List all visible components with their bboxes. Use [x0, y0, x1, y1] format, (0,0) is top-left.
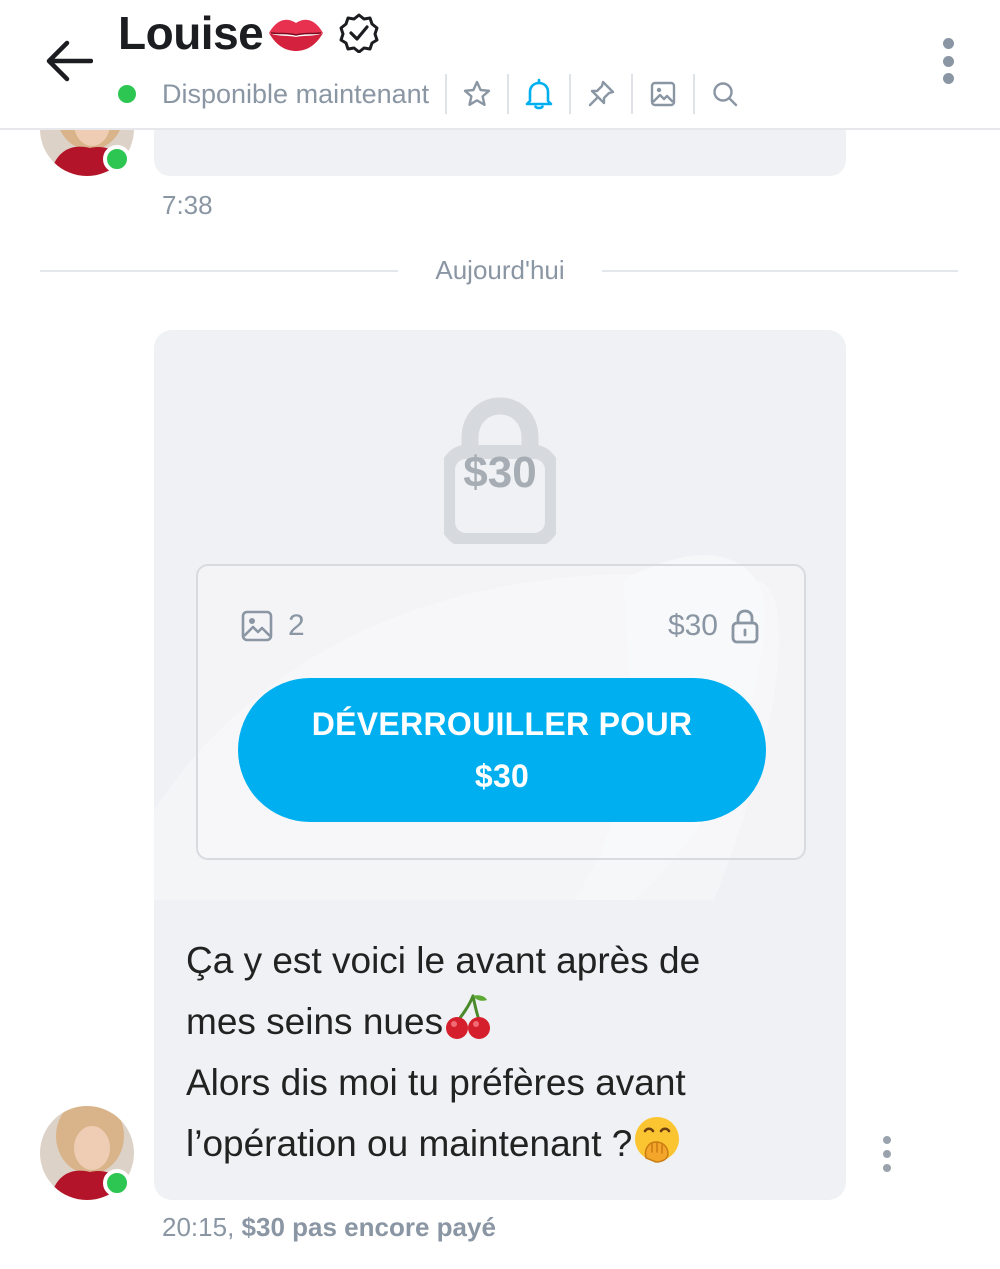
cherries-emoji-icon	[446, 994, 491, 1039]
message-meta: 20:15, $30 pas encore payé	[162, 1212, 496, 1243]
dot	[942, 73, 954, 84]
date-divider: Aujourd'hui	[435, 255, 565, 285]
star-button[interactable]	[447, 72, 507, 116]
more-options-button[interactable]	[936, 38, 960, 84]
contact-name[interactable]: Louise	[118, 6, 264, 60]
media-count: 2	[240, 606, 305, 646]
back-button[interactable]	[40, 32, 98, 90]
search-button[interactable]	[695, 72, 755, 116]
dot	[942, 55, 954, 67]
bell-icon	[525, 78, 553, 110]
dot	[942, 38, 954, 49]
message-line: Ça y est voici le avant après de	[186, 940, 701, 981]
pin-button[interactable]	[571, 72, 631, 116]
online-indicator	[103, 1169, 131, 1197]
star-icon	[463, 80, 491, 106]
online-indicator	[118, 85, 136, 103]
unlock-button[interactable]: DÉVERROUILLER POUR $30	[238, 678, 766, 822]
online-indicator	[103, 145, 131, 173]
message-time: 20:15,	[162, 1212, 235, 1242]
locked-message-bubble: $30 2 $30 DÉVERROUILLER POUR $30 Ça y es…	[154, 330, 846, 1200]
dot	[883, 1150, 891, 1158]
media-count-value: 2	[288, 609, 305, 642]
message-text: Ça y est voici le avant après de mes sei…	[154, 900, 846, 1200]
lock-price: $30	[463, 448, 537, 497]
paywall-box: 2 $30 DÉVERROUILLER POUR $30	[196, 564, 806, 860]
payment-status: $30 pas encore payé	[241, 1212, 496, 1242]
search-icon	[713, 82, 738, 107]
divider-line	[40, 270, 398, 272]
pin-icon	[588, 80, 615, 107]
lock-icon	[731, 609, 759, 644]
message-line: Alors dis moi tu préfères avant	[186, 1062, 686, 1103]
lips-emoji-icon	[269, 19, 324, 51]
notifications-button[interactable]	[509, 72, 569, 116]
image-icon	[650, 81, 676, 107]
message-line: mes seins nues	[186, 991, 814, 1052]
status-row: Disponible maintenant	[118, 72, 755, 116]
message-options-button[interactable]	[882, 1136, 892, 1172]
dot	[883, 1136, 891, 1144]
hand-over-mouth-emoji-icon	[635, 1117, 680, 1163]
price-label: $30	[668, 606, 760, 646]
message-time: 7:38	[162, 190, 213, 220]
dot	[883, 1164, 891, 1172]
image-icon	[241, 610, 273, 642]
status-text: Disponible maintenant	[162, 78, 430, 109]
arrow-left-icon	[46, 40, 93, 82]
gallery-button[interactable]	[633, 72, 693, 116]
chat-header: Louise Disponible maintenant	[0, 0, 1000, 130]
divider-line	[602, 270, 958, 272]
message-line: l’opération ou maintenant ?	[186, 1113, 814, 1174]
title-row: Louise	[118, 4, 379, 62]
verified-badge-icon	[339, 13, 379, 53]
price-value: $30	[667, 609, 718, 642]
